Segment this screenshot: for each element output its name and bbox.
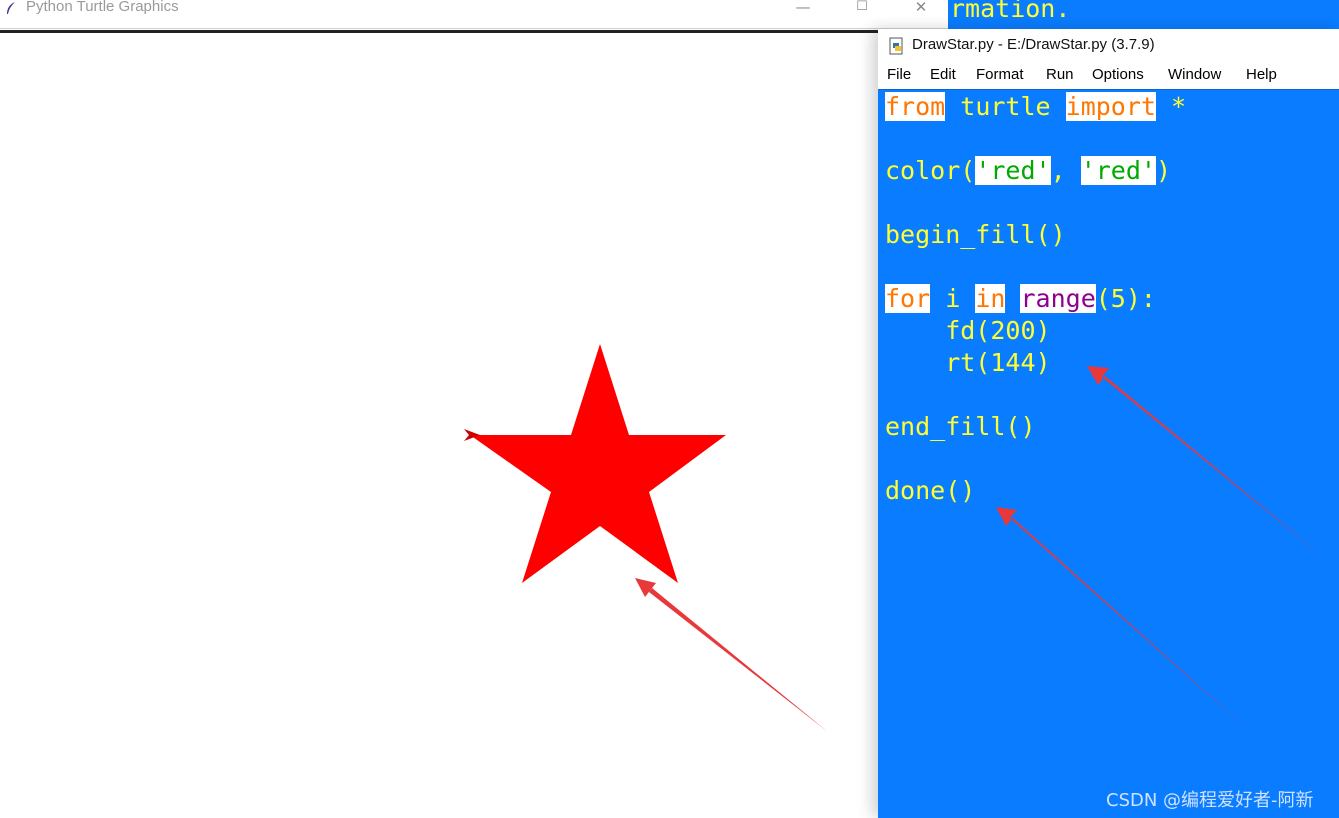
annotation-arrow-done [996,507,1250,732]
annotation-arrow-rt [1087,366,1322,556]
annotation-arrows [635,366,1322,732]
annotation-arrow-star [635,578,828,732]
